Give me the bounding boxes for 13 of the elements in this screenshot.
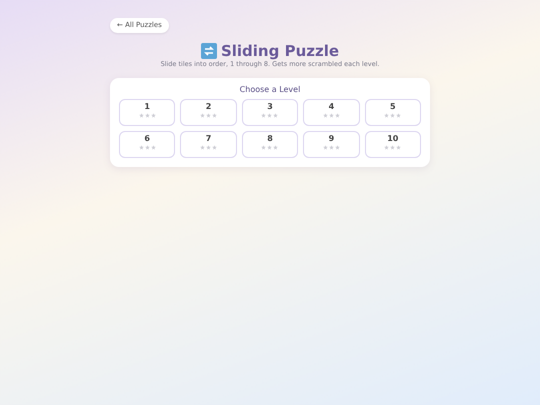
level-button[interactable]: 10 — [364, 130, 421, 158]
level-button[interactable]: 8 — [242, 130, 298, 158]
panel-heading: Choose a Level — [238, 84, 302, 96]
level-button[interactable]: 5 — [364, 98, 421, 126]
level-button[interactable]: 2 — [180, 98, 237, 126]
level-button[interactable]: 9 — [303, 130, 360, 158]
level-button[interactable]: 6 — [119, 130, 176, 158]
level-button[interactable]: 4 — [303, 98, 360, 126]
page-title: Sliding Puzzle — [220, 42, 340, 60]
level-button[interactable]: 7 — [180, 130, 237, 158]
level-button[interactable]: 1 — [119, 98, 176, 126]
arrows-icon — [200, 43, 217, 59]
level-button[interactable]: 3 — [242, 98, 298, 126]
